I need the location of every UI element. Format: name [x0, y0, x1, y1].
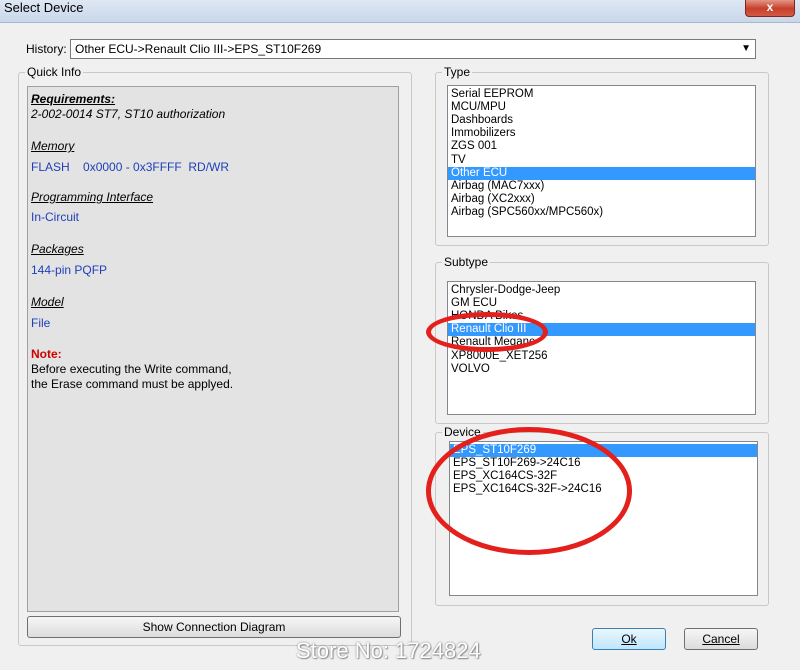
quick-info-legend: Quick Info: [25, 65, 84, 79]
model-text: File: [31, 316, 51, 330]
history-dropdown[interactable]: Other ECU->Renault Clio III->EPS_ST10F26…: [70, 39, 756, 59]
device-item[interactable]: EPS_XC164CS-32F->24C16: [450, 483, 757, 496]
subtype-item[interactable]: Renault Clio III: [448, 323, 755, 337]
type-item[interactable]: Airbag (XC2xxx): [448, 193, 755, 206]
type-item[interactable]: TV: [448, 154, 755, 167]
subtype-item[interactable]: Renault Megane: [448, 336, 755, 349]
interface-text: In-Circuit: [31, 210, 80, 224]
subtype-listbox[interactable]: Chrysler-Dodge-Jeep GM ECU HONDA Bikes Rena…: [447, 281, 756, 415]
type-item[interactable]: Other ECU: [448, 166, 755, 180]
type-item[interactable]: ZGS 001: [448, 140, 755, 153]
note-line-1: Before executing the Write command,: [31, 362, 232, 376]
subtype-item[interactable]: Chrysler-Dodge-Jeep: [448, 284, 755, 297]
ok-button[interactable]: Ok: [592, 628, 666, 650]
memory-heading: Memory: [31, 139, 75, 153]
type-item[interactable]: Airbag (SPC560xx/MPC560x): [448, 206, 755, 219]
history-value: Other ECU->Renault Clio III->EPS_ST10F26…: [75, 42, 322, 56]
window-title: Select Device: [4, 0, 84, 15]
device-legend: Device: [442, 425, 483, 439]
interface-heading: Programming Interface: [31, 190, 154, 204]
subtype-item[interactable]: VOLVO: [448, 363, 755, 376]
packages-text: 144-pin PQFP: [31, 263, 108, 277]
close-icon: x: [766, 0, 774, 14]
note-heading: Note:: [31, 347, 62, 361]
type-item[interactable]: Airbag (MAC7xxx): [448, 180, 755, 193]
close-button[interactable]: x: [745, 0, 795, 17]
requirements-heading: Requirements:: [31, 92, 116, 106]
subtype-legend: Subtype: [442, 255, 491, 269]
model-heading: Model: [31, 295, 64, 309]
memory-text: FLASH 0x0000 - 0x3FFFF RD/WR: [31, 160, 230, 174]
type-legend: Type: [442, 65, 473, 79]
type-listbox[interactable]: Serial EEPROM MCU/MPU Dashboards Immobilize…: [447, 85, 756, 237]
store-watermark: Store No: 1724824: [296, 638, 481, 663]
type-item[interactable]: Immobilizers: [448, 127, 755, 140]
type-item[interactable]: Serial EEPROM: [448, 88, 755, 101]
device-item[interactable]: EPS_ST10F269: [450, 444, 757, 457]
cancel-label: Cancel: [702, 632, 740, 646]
subtype-item[interactable]: HONDA Bikes: [448, 310, 755, 323]
history-label: History:: [26, 42, 67, 56]
show-connection-diagram-button[interactable]: Show Connection Diagram: [27, 616, 401, 638]
device-listbox[interactable]: EPS_ST10F269 EPS_ST10F269->24C16 EPS_XC164…: [449, 441, 758, 596]
title-bar: Select Device x: [0, 0, 800, 23]
packages-heading: Packages: [31, 242, 84, 256]
quick-info-panel: Requirements: 2-002-0014 ST7, ST10 autho…: [27, 86, 399, 612]
chevron-down-icon[interactable]: ▼: [741, 41, 751, 57]
subtype-item[interactable]: XP8000E_XET256: [448, 350, 755, 363]
device-item[interactable]: EPS_ST10F269->24C16: [450, 457, 757, 470]
type-item[interactable]: MCU/MPU: [448, 101, 755, 114]
cancel-button[interactable]: Cancel: [684, 628, 758, 650]
subtype-item[interactable]: GM ECU: [448, 297, 755, 310]
requirements-text: 2-002-0014 ST7, ST10 authorization: [31, 107, 226, 121]
device-item[interactable]: EPS_XC164CS-32F: [450, 470, 757, 483]
type-item[interactable]: Dashboards: [448, 114, 755, 127]
ok-label: Ok: [621, 632, 637, 646]
note-line-2: the Erase command must be applyed.: [31, 377, 234, 391]
